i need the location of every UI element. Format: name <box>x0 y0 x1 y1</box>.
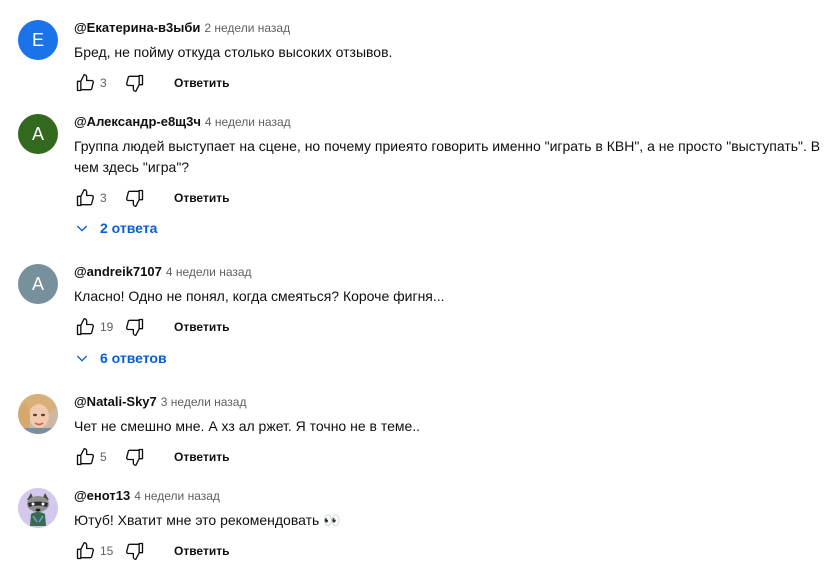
like-count: 5 <box>100 450 107 464</box>
raccoon-avatar <box>18 488 58 528</box>
avatar-letter: Е <box>31 29 44 50</box>
dislike-button[interactable] <box>124 187 146 209</box>
reply-button[interactable]: Ответить <box>164 185 239 211</box>
comment-actions: 19 Ответить <box>74 311 824 343</box>
comment-actions: 5 Ответить <box>74 441 824 473</box>
like-count: 3 <box>100 76 107 90</box>
thumbs-down-icon <box>126 318 144 336</box>
comment-time[interactable]: 4 недели назад <box>205 115 291 129</box>
thumbs-down-icon <box>126 74 144 93</box>
dislike-button[interactable] <box>124 540 146 562</box>
comment-author[interactable]: @andreik7107 <box>74 264 162 279</box>
user-photo-avatar <box>18 394 58 434</box>
dislike-button[interactable] <box>124 446 146 468</box>
like-button[interactable] <box>74 316 96 338</box>
like-count: 19 <box>100 320 114 334</box>
replies-count-label: 6 ответов <box>100 350 167 366</box>
thumbs-down-icon <box>126 542 144 560</box>
thumbs-up-icon <box>76 318 95 336</box>
comment-text: Группа людей выступает на сцене, но поче… <box>74 138 821 175</box>
like-button[interactable] <box>74 540 96 562</box>
thumbs-up-icon <box>76 189 95 207</box>
chevron-down-icon <box>76 355 88 362</box>
comment-time[interactable]: 4 недели назад <box>166 265 252 279</box>
reply-button[interactable]: Ответить <box>164 538 239 564</box>
chevron-down-icon <box>76 225 88 232</box>
comment-text: Чет не смешно мне. А хз ал ржет. Я точно… <box>74 418 421 434</box>
avatar-letter: А <box>31 123 44 144</box>
thumbs-down-icon <box>126 189 144 207</box>
thumbs-up-icon <box>76 448 95 466</box>
comment-time[interactable]: 4 недели назад <box>134 489 220 503</box>
comment-text: Класно! Одно не понял, когда смеяться? К… <box>74 288 445 304</box>
avatar[interactable]: А <box>18 114 58 154</box>
avatar-letter: A <box>31 273 44 294</box>
dislike-button[interactable] <box>124 316 146 338</box>
thumbs-down-icon <box>126 448 144 466</box>
avatar[interactable]: Е <box>18 20 58 60</box>
comment-author[interactable]: @Natali-Sky7 <box>74 394 157 409</box>
thumbs-up-icon <box>76 542 95 560</box>
comment-time[interactable]: 2 недели назад <box>204 21 290 35</box>
comment-actions: 3 Ответить <box>74 182 824 214</box>
avatar[interactable] <box>18 394 58 434</box>
reply-button[interactable]: Ответить <box>164 444 239 470</box>
comment-text: Ютуб! Хватит мне это рекомендовать 👀 <box>74 512 341 528</box>
comment-time[interactable]: 3 недели назад <box>161 395 247 409</box>
comment-author[interactable]: @енот13 <box>74 488 130 503</box>
like-button[interactable] <box>74 72 96 94</box>
like-count: 3 <box>100 191 107 205</box>
reply-button[interactable]: Ответить <box>164 70 239 96</box>
comments-section: Е @Екатерина-в3ыби 2 недели назад Бред, … <box>0 0 839 571</box>
avatar[interactable] <box>18 488 58 528</box>
comment-actions: 15 Ответить <box>74 535 824 567</box>
like-button[interactable] <box>74 187 96 209</box>
dislike-button[interactable] <box>124 72 146 94</box>
show-replies-button[interactable]: 6 ответов <box>74 350 167 366</box>
avatar[interactable]: A <box>18 264 58 304</box>
replies-count-label: 2 ответа <box>100 220 158 236</box>
comment-author[interactable]: @Александр-е8щ3ч <box>74 114 201 129</box>
comment-text: Бред, не пойму откуда столько высоких от… <box>74 44 393 60</box>
like-count: 15 <box>100 544 114 558</box>
show-replies-button[interactable]: 2 ответа <box>74 220 157 236</box>
like-button[interactable] <box>74 446 96 468</box>
reply-button[interactable]: Ответить <box>164 314 239 340</box>
comment-actions: 3 Ответить <box>74 67 824 99</box>
comment-author[interactable]: @Екатерина-в3ыби <box>74 20 200 35</box>
thumbs-up-icon <box>76 74 95 92</box>
